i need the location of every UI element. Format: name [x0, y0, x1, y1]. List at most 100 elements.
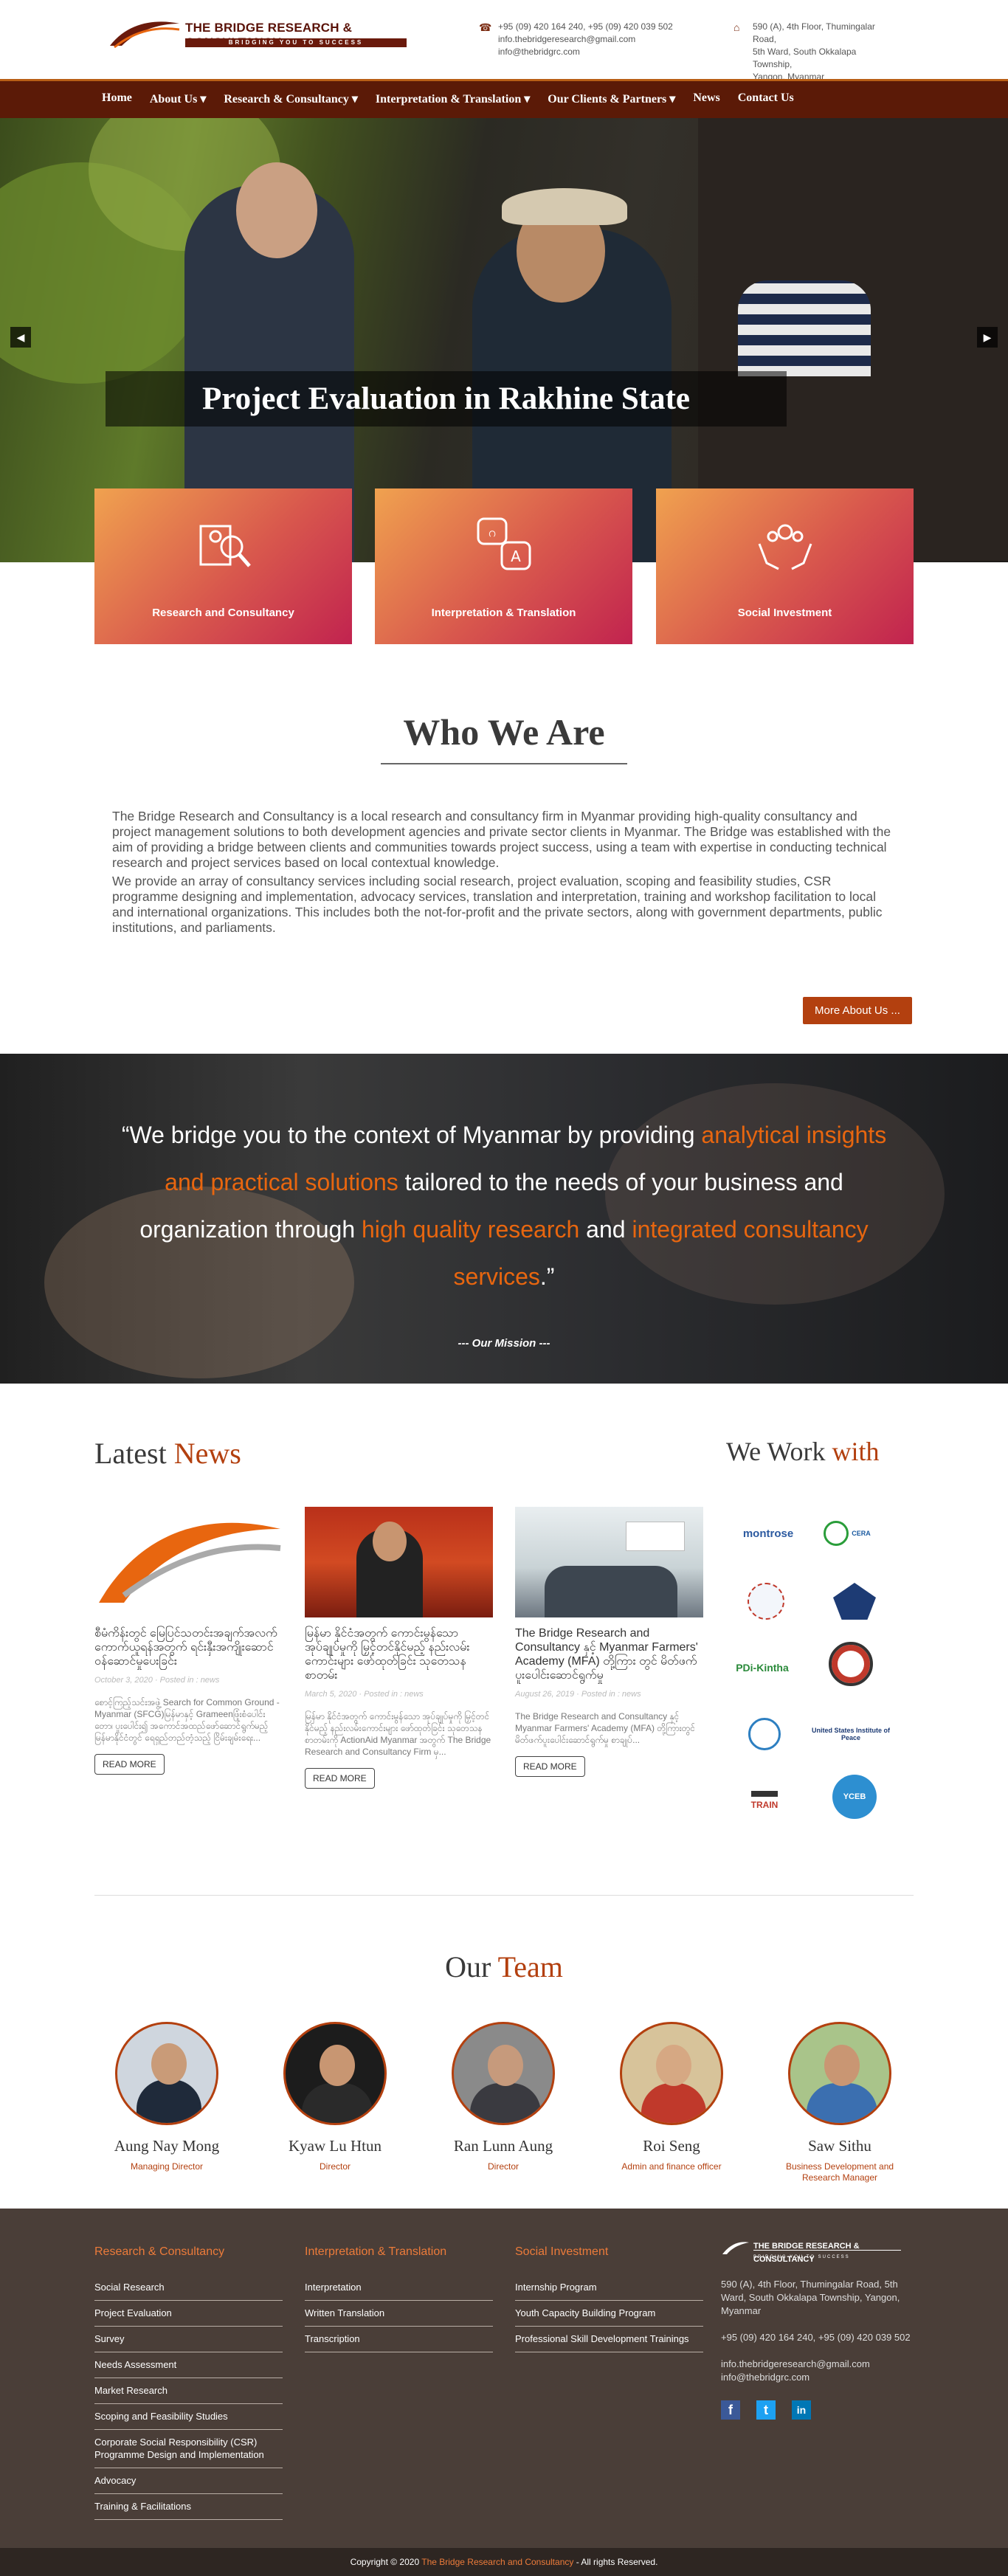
site-logo[interactable]: THE BRIDGE RESEARCH & CONSULTANCY BRIDGI… [107, 16, 424, 52]
nav-news[interactable]: News [693, 91, 719, 106]
footer-col-interpretation: Interpretation & Translation Interpretat… [305, 2245, 493, 2352]
partner-logo-7[interactable] [735, 1712, 794, 1756]
news-title-2[interactable]: မြန်မာ နိုင်ငံအတွက် ကောင်းမွန်သော အုပ်ချ… [305, 1626, 493, 1682]
footer-link[interactable]: Youth Capacity Building Program [515, 2301, 703, 2327]
news-item-2: မြန်မာ နိုင်ငံအတွက် ကောင်းမွန်သော အုပ်ချ… [305, 1507, 493, 1789]
slider-prev-arrow[interactable]: ◀ [10, 327, 31, 348]
site-footer: Research & Consultancy Social Research P… [0, 2209, 1008, 2548]
hero-person-background [738, 280, 871, 376]
read-more-button[interactable]: READ MORE [94, 1754, 165, 1775]
news-image-1[interactable] [94, 1507, 283, 1617]
news-meta-3: August 26, 2019 · Posted in : news [515, 1690, 641, 1699]
hands-people-icon [758, 524, 812, 570]
member-name: Aung Nay Mong [114, 2137, 220, 2155]
avatar[interactable] [452, 2022, 555, 2125]
partner-logo-6[interactable] [821, 1642, 880, 1686]
latest-news-title-a: Latest [94, 1437, 174, 1470]
member-role: Director [487, 2161, 519, 2172]
news-item-1: စီမံကိန်းတွင် မြေပြင်သတင်းအချက်အလက်ကောက်… [94, 1507, 283, 1775]
brand-tagline: BRIDGING YOU TO SUCCESS [185, 38, 407, 47]
footer-link[interactable]: Social Research [94, 2275, 283, 2301]
footer-logo[interactable]: THE BRIDGE RESEARCH & CONSULTANCY BRIDGI… [721, 2238, 913, 2268]
footer-link[interactable]: Market Research [94, 2378, 283, 2404]
footer-col-title[interactable]: Interpretation & Translation [305, 2245, 493, 2259]
footer-link[interactable]: Needs Assessment [94, 2352, 283, 2378]
news-title-3[interactable]: The Bridge Research and Consultancy နှင့… [515, 1626, 703, 1682]
title-underline [381, 763, 627, 764]
partner-logo-4[interactable] [825, 1579, 884, 1623]
footer-col-research: Research & Consultancy Social Research P… [94, 2245, 283, 2520]
partner-name-train: TRAIN [750, 1791, 779, 1810]
more-about-us-button[interactable]: More About Us ... [803, 997, 912, 1024]
footer-email-2[interactable]: info@thebridgrc.com [721, 2371, 913, 2384]
partner-logo-pdi-kintha[interactable]: PDi-Kintha [722, 1646, 803, 1690]
footer-link[interactable]: Scoping and Feasibility Studies [94, 2404, 283, 2430]
footer-link[interactable]: Training & Facilitations [94, 2494, 283, 2520]
mission-highlight-2: high quality research [362, 1216, 580, 1243]
nav-about-us[interactable]: About Us ▾ [150, 91, 207, 106]
star-seal-icon [829, 1642, 873, 1686]
footer-email-1[interactable]: info.thebridgeresearch@gmail.com [721, 2358, 913, 2371]
nav-home[interactable]: Home [102, 91, 132, 106]
twitter-icon[interactable]: t [756, 2400, 776, 2420]
partner-logo-train[interactable]: TRAIN [735, 1778, 794, 1823]
footer-link[interactable]: Survey [94, 2327, 283, 2352]
partner-logo-montrose[interactable]: montrose [728, 1511, 809, 1555]
avatar[interactable] [620, 2022, 723, 2125]
nav-research-consultancy[interactable]: Research & Consultancy ▾ [224, 91, 358, 106]
copyright-brand-link[interactable]: The Bridge Research and Consultancy [421, 2557, 573, 2567]
avatar[interactable] [115, 2022, 218, 2125]
avatar-head [151, 2043, 187, 2085]
our-team-title-a: Our [445, 1950, 498, 1983]
mission-signature: --- Our Mission --- [458, 1337, 550, 1350]
footer-col-title[interactable]: Research & Consultancy [94, 2245, 283, 2259]
footer-link[interactable]: Corporate Social Responsibility (CSR) Pr… [94, 2430, 283, 2468]
linkedin-icon[interactable]: in [792, 2400, 811, 2420]
footer-link[interactable]: Internship Program [515, 2275, 703, 2301]
footer-link[interactable]: Project Evaluation [94, 2301, 283, 2327]
partner-logo-3[interactable] [736, 1579, 795, 1623]
news-title-1[interactable]: စီမံကိန်းတွင် မြေပြင်သတင်းအချက်အလက်ကောက်… [94, 1626, 283, 1668]
avatar[interactable] [788, 2022, 891, 2125]
address-info: ⌂ 590 (A), 4th Floor, Thumingalar Road, … [733, 21, 893, 83]
avatar[interactable] [283, 2022, 387, 2125]
mission-text-4: .” [539, 1263, 555, 1290]
facebook-icon[interactable]: f [721, 2400, 740, 2420]
service-label-research: Research and Consultancy [152, 607, 294, 619]
footer-col-title[interactable]: Social Investment [515, 2245, 703, 2259]
latest-news-title: Latest News [94, 1436, 241, 1471]
partner-logo-cera[interactable]: CERA [818, 1511, 877, 1555]
news-meta-1: October 3, 2020 · Posted in : news [94, 1676, 220, 1685]
phone-numbers[interactable]: +95 (09) 420 164 240, +95 (09) 420 039 5… [498, 21, 673, 33]
nav-contact-us[interactable]: Contact Us [738, 91, 794, 106]
read-more-button[interactable]: READ MORE [305, 1768, 375, 1789]
footer-link[interactable]: Transcription [305, 2327, 493, 2352]
address-line-1: 590 (A), 4th Floor, Thumingalar Road, [753, 21, 875, 44]
news-image-3-group [545, 1566, 677, 1617]
partner-logo-yceb[interactable]: YCEB [825, 1775, 884, 1819]
service-card-interpretation[interactable]: A ဂ Interpretation & Translation [375, 488, 632, 644]
nav-interpretation-translation[interactable]: Interpretation & Translation ▾ [376, 91, 530, 106]
footer-link[interactable]: Professional Skill Development Trainings [515, 2327, 703, 2352]
avatar-head [656, 2045, 691, 2086]
news-image-2[interactable] [305, 1507, 493, 1617]
service-card-social-investment[interactable]: Social Investment [656, 488, 914, 644]
we-work-with-title-b: with [832, 1437, 880, 1466]
team-member-5: Saw Sithu Business Development and Resea… [766, 2022, 914, 2183]
partner-logo-usip[interactable]: United States Institute of Peace [810, 1712, 891, 1756]
read-more-button[interactable]: READ MORE [515, 1756, 585, 1777]
news-image-3[interactable] [515, 1507, 703, 1617]
slider-next-arrow[interactable]: ▶ [977, 327, 998, 348]
hero-hat [502, 188, 627, 225]
avatar-body [807, 2083, 877, 2123]
nav-clients-partners[interactable]: Our Clients & Partners ▾ [548, 91, 675, 106]
footer-link[interactable]: Interpretation [305, 2275, 493, 2301]
footer-link[interactable]: Written Translation [305, 2301, 493, 2327]
footer-link[interactable]: Advocacy [94, 2468, 283, 2494]
email-link-2[interactable]: info@thebridgrc.com [498, 46, 673, 58]
partner-emblem-icon [748, 1583, 784, 1620]
footer-phones[interactable]: +95 (09) 420 164 240, +95 (09) 420 039 5… [721, 2331, 913, 2344]
email-link-1[interactable]: info.thebridgeresearch@gmail.com [498, 33, 673, 46]
service-card-research[interactable]: Research and Consultancy [94, 488, 352, 644]
team-member-1: Aung Nay Mong Managing Director [93, 2022, 241, 2172]
